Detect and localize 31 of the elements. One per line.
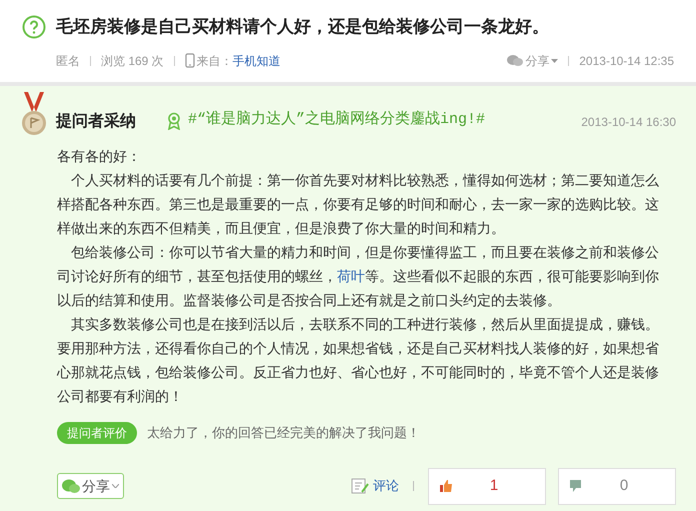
caret-icon	[112, 484, 119, 488]
phone-icon	[184, 53, 195, 68]
share-button[interactable]: 分享	[57, 473, 124, 499]
review-text: 太给力了，你的回答已经完美的解决了我问题！	[147, 424, 420, 442]
review-label: 提问者评价	[57, 422, 137, 444]
comment-icon	[351, 477, 369, 495]
dislike-button[interactable]: 0	[558, 468, 676, 504]
answer-paragraph: 各有各的好：	[57, 146, 142, 166]
award-icon	[166, 112, 182, 130]
topic-link[interactable]: #“谁是脑力达人”之电脑网络分类鏖战ing!#	[188, 109, 486, 132]
chat-icon	[507, 54, 524, 67]
chat-icon	[62, 478, 80, 494]
medal-icon	[20, 92, 48, 138]
like-button[interactable]: 1	[428, 468, 546, 504]
question-title: 毛坯房装修是自己买材料请个人好，还是包给装修公司一条龙好。	[56, 16, 549, 38]
source-label: 来自：	[196, 52, 233, 70]
inline-link[interactable]: 荷叶	[337, 268, 365, 284]
answer-paragraph: 其实多数装修公司也是在接到活以后，去联系不同的工种进行装修，然后从里面提提成，赚钱。要用那种方法，还得看你自己的个人情况，如果想省钱，还是自己买材料找人装修的好，如果想省心那就花点钱，包给装修公司。反正省力也好、省心也好，不可能同时的，毕竟不管个人还是装修公司都要有利润的！	[57, 314, 660, 406]
answer-paragraph: 个人买材料的话要有几个前提：第一你首先要对材料比较熟悉，懂得如何选材；第二要知道怎么样搭配各种东西。第三也是最重要的一点，你要有足够的时间和耐心，去一家一家的选购比较。这样做出来的东西不但精美，而且便宜，但是浪费了你大量的时间和精力。	[57, 170, 660, 238]
view-count: 浏览 169 次	[101, 52, 164, 70]
answer-time: 2013-10-14 16:30	[581, 114, 676, 130]
author: 匿名	[56, 52, 80, 70]
answer-paragraph: 包给装修公司：你可以节省大量的精力和时间，但是你要懂得监工，而且要在装修之前和装修公司讨论好所有的细节，甚至包括使用的螺丝，荷叶等。这些看似不起眼的东西，很可能要影响到你以后的结算和使用。监督装修公司是否按合同上还有就是之前口头约定的去装修。	[57, 242, 660, 310]
caret-icon	[551, 58, 558, 62]
question-time: 2013-10-14 12:35	[579, 52, 674, 70]
thumbs-up-icon	[439, 479, 453, 493]
question-icon	[22, 14, 46, 39]
accepted-label: 提问者采纳	[56, 111, 136, 132]
comment-button[interactable]: 评论	[373, 476, 399, 496]
source-link[interactable]: 手机知道	[232, 52, 281, 70]
share-button[interactable]: 分享	[507, 52, 558, 70]
